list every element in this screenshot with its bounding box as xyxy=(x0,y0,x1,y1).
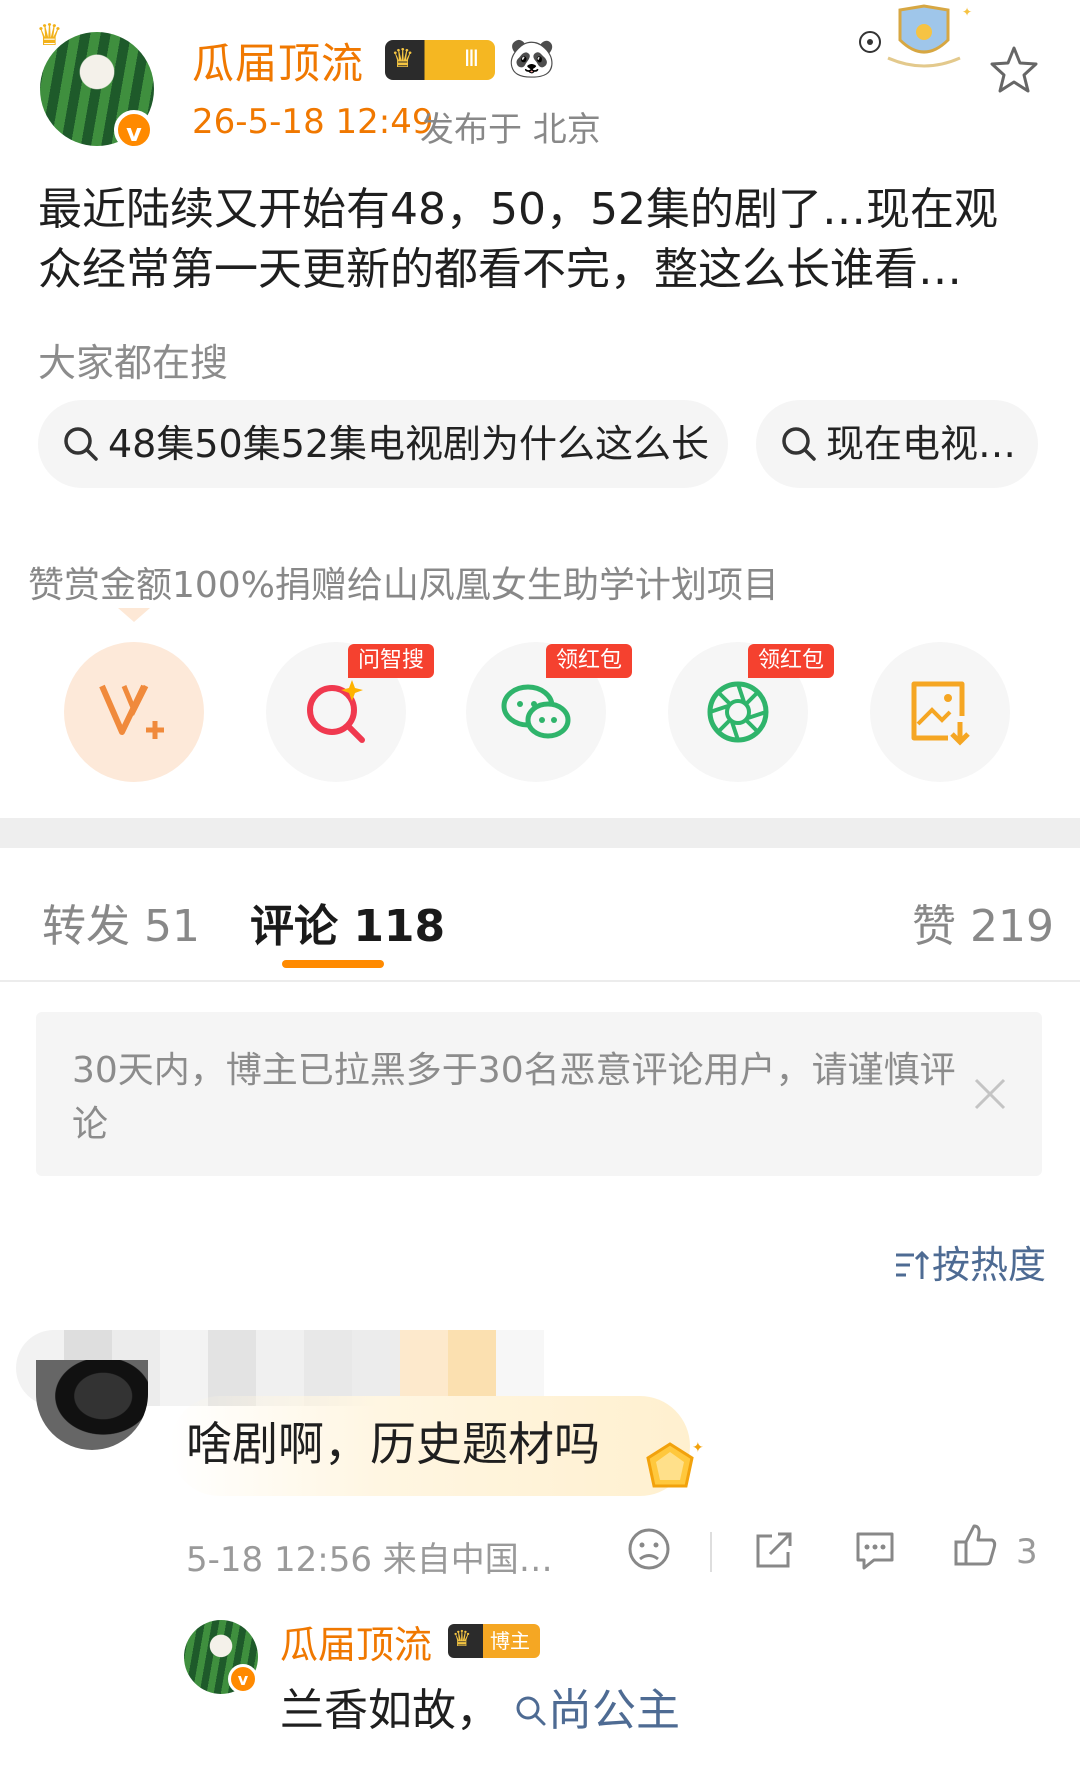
commenter-avatar[interactable] xyxy=(36,1360,148,1450)
crown-icon: ♛ xyxy=(36,18,63,53)
level-badge: ♛ Ⅲ xyxy=(385,40,495,80)
save-image-icon xyxy=(911,681,970,746)
sort-by-hot-button[interactable]: 按热度 xyxy=(892,1234,1046,1289)
crown-icon: ♛ xyxy=(391,44,415,74)
search-icon xyxy=(516,1696,546,1726)
ai-search-tag: 问智搜 xyxy=(348,644,435,678)
svg-text:✦: ✦ xyxy=(962,5,972,19)
ai-search-icon xyxy=(307,680,365,743)
close-icon[interactable] xyxy=(972,1076,1008,1112)
reply-text: 兰香如故， 尚公主 xyxy=(280,1674,680,1738)
hot-search-chip[interactable]: 现在电视… xyxy=(756,400,1038,488)
section-divider xyxy=(0,818,1080,848)
tab-likes[interactable]: 赞 219 xyxy=(912,890,1054,954)
hot-search-chip-label: 现在电视… xyxy=(826,422,1017,466)
gem-badge-icon: ✦ xyxy=(646,1440,704,1488)
v-plus-icon xyxy=(99,684,164,739)
moments-icon xyxy=(707,681,769,743)
tab-comments[interactable]: 评论 118 xyxy=(250,890,445,954)
favorite-star-icon[interactable] xyxy=(988,44,1040,96)
tab-repost[interactable]: 转发 51 xyxy=(42,890,200,954)
sort-label: 按热度 xyxy=(932,1243,1047,1287)
thumbs-up-icon[interactable] xyxy=(952,1522,998,1568)
post-timestamp: 26-5-18 12:49 xyxy=(192,102,434,142)
search-link[interactable]: 尚公主 xyxy=(500,1685,680,1736)
author-name[interactable]: 瓜届顶流 xyxy=(192,30,364,91)
hot-search-chip[interactable]: 48集50集52集电视剧为什么这么长 xyxy=(38,400,728,488)
comment-notice-text: 30天内，博主已拉黑多于30名恶意评论用户，请谨慎评论 xyxy=(72,1050,956,1145)
pointer-arrow xyxy=(118,608,150,622)
comment-like-count: 3 xyxy=(1016,1532,1038,1572)
dislike-emoji-icon[interactable] xyxy=(626,1526,672,1572)
author-badge-label: 博主 xyxy=(490,1629,530,1653)
active-tab-indicator xyxy=(282,960,384,968)
hot-search-label: 大家都在搜 xyxy=(38,341,229,385)
verified-badge: v xyxy=(114,110,154,150)
red-packet-tag: 领红包 xyxy=(546,644,633,678)
medal-icon: ✦ xyxy=(859,4,972,68)
hot-search-chip-label: 48集50集52集电视剧为什么这么长 xyxy=(108,422,710,466)
comment-text: 啥剧啊，历史题材吗 xyxy=(186,1417,600,1471)
comment-meta: 5-18 12:56 来自中国… xyxy=(186,1540,553,1580)
reply-text-body: 兰香如故， xyxy=(280,1685,500,1736)
donate-text[interactable]: 赞赏金额100%捐赠给山凤凰女生助学计划项目 xyxy=(28,556,779,608)
search-link-label: 尚公主 xyxy=(548,1685,680,1736)
sort-icon xyxy=(896,1250,930,1279)
v-plus-button[interactable] xyxy=(64,642,204,782)
search-icon xyxy=(64,426,98,461)
svg-text:✦: ✦ xyxy=(692,1440,704,1456)
post-content: 最近陆续又开始有48，50，52集的剧了…现在观众经常第一天更新的都看不完，整这… xyxy=(38,184,998,295)
action-divider xyxy=(710,1532,712,1572)
level-badge-label: Ⅲ xyxy=(463,47,479,72)
save-image-button[interactable] xyxy=(870,642,1010,782)
reply-icon[interactable] xyxy=(852,1526,898,1572)
post-location: 发布于 北京 xyxy=(420,110,601,150)
panda-icon: 🐼 xyxy=(508,36,556,80)
verified-badge: v xyxy=(228,1664,258,1694)
wechat-icon xyxy=(501,684,571,739)
tabs-divider xyxy=(0,980,1080,982)
reply-author-name[interactable]: 瓜届顶流 xyxy=(280,1614,432,1669)
author-badge: ♛ 博主 xyxy=(448,1624,540,1658)
red-packet-tag: 领红包 xyxy=(748,644,835,678)
crown-icon: ♛ xyxy=(452,1627,472,1652)
share-icon[interactable] xyxy=(752,1526,798,1572)
search-icon xyxy=(782,426,816,461)
